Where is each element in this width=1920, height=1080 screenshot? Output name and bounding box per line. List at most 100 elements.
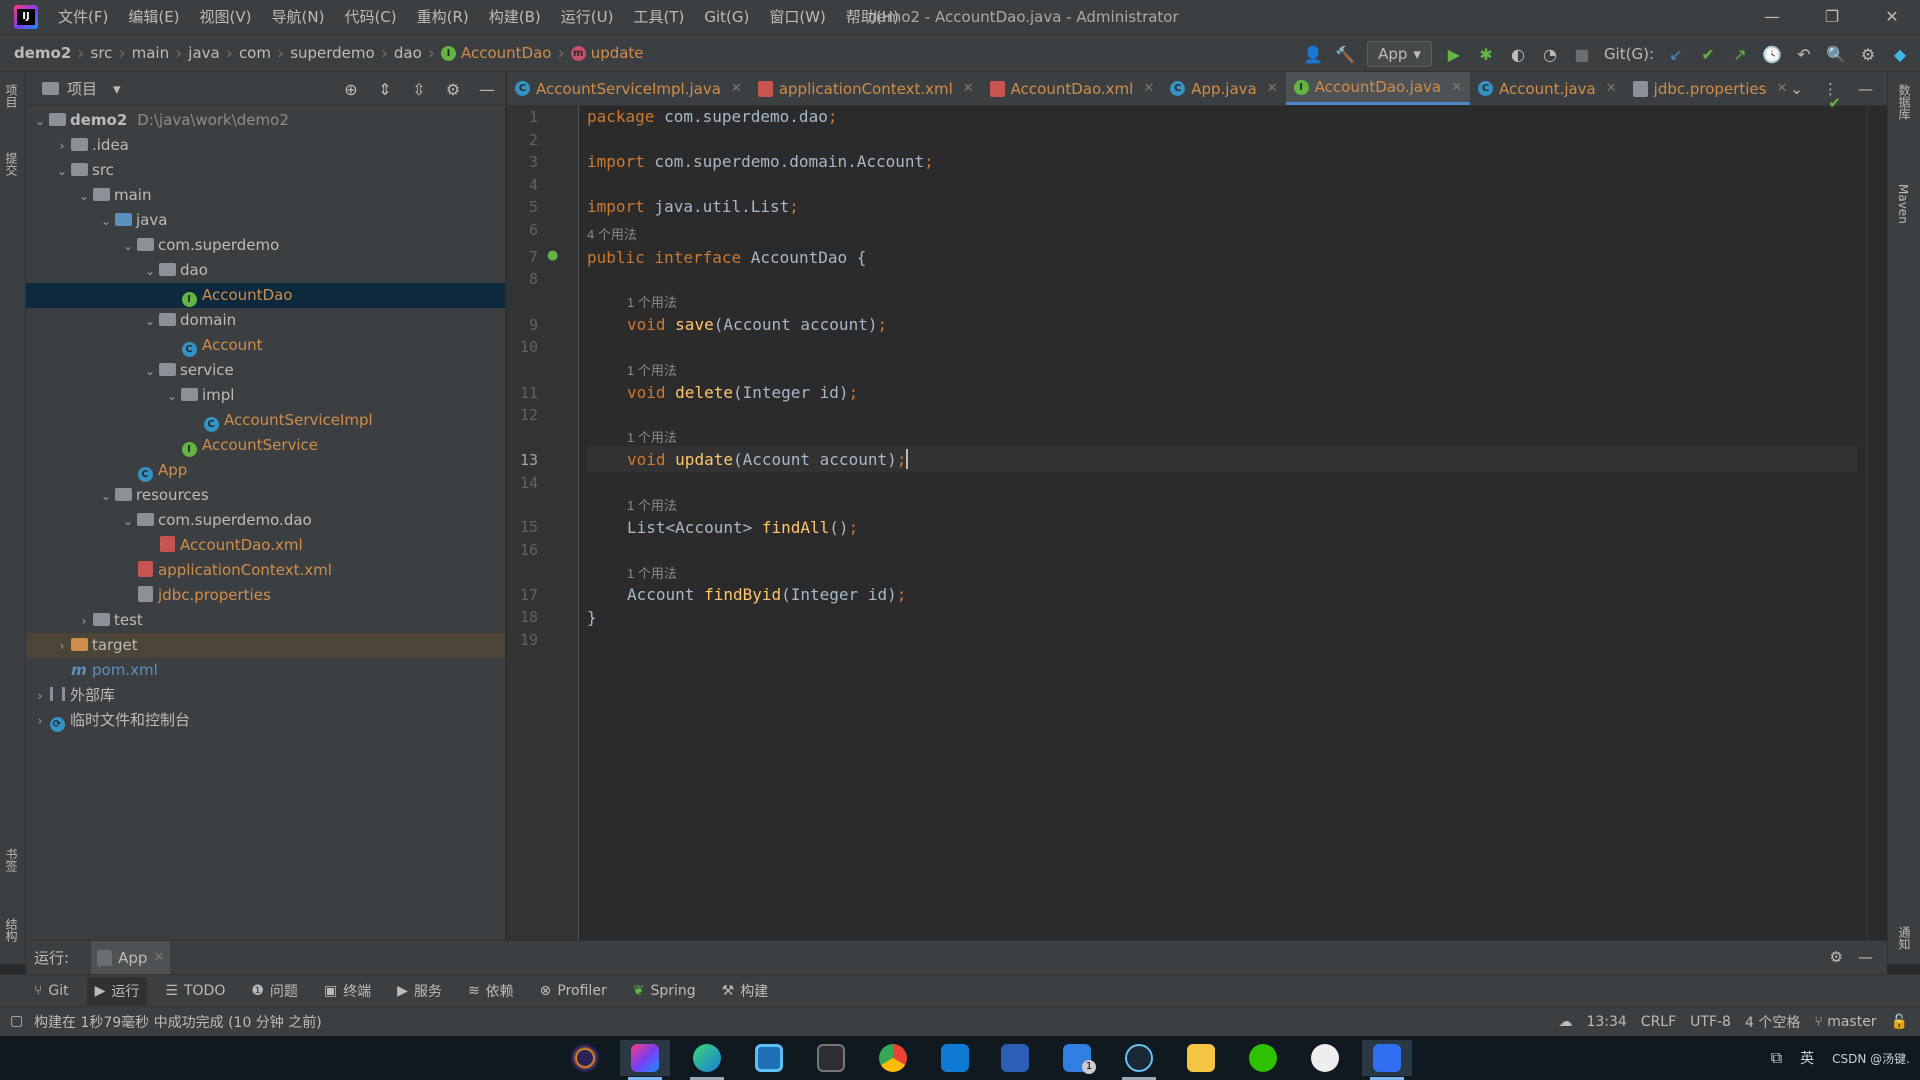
tree-item[interactable]: m pom.xml bbox=[26, 658, 505, 683]
git-commit-icon[interactable]: ✔ bbox=[1698, 44, 1718, 64]
notifications-tool-button[interactable]: 通知 bbox=[1896, 926, 1913, 950]
plugin-icon[interactable]: ◆ bbox=[1890, 44, 1910, 64]
task-view-icon[interactable]: ⧉ bbox=[1771, 1048, 1782, 1068]
breadcrumb-com[interactable]: com bbox=[239, 44, 271, 62]
taskbar-virtualbox[interactable] bbox=[744, 1040, 794, 1076]
chevron-right-icon[interactable]: › bbox=[32, 709, 48, 734]
tree-item[interactable]: › 外部库 bbox=[26, 683, 505, 708]
gear-icon[interactable]: ⚙ bbox=[443, 79, 463, 99]
breadcrumb-main[interactable]: main bbox=[132, 44, 169, 62]
taskbar-vscode[interactable] bbox=[930, 1040, 980, 1076]
close-icon[interactable]: ✕ bbox=[1451, 80, 1462, 95]
project-panel-title[interactable]: 项目 bbox=[67, 78, 97, 99]
tree-item[interactable]: ⌄ src bbox=[26, 158, 505, 183]
tree-item[interactable]: ⌄ demo2 D:\java\work\demo2 bbox=[26, 108, 505, 133]
chevron-down-icon[interactable]: ⌄ bbox=[32, 109, 48, 134]
breadcrumb-dao[interactable]: dao bbox=[394, 44, 422, 62]
breadcrumb-project[interactable]: demo2 bbox=[14, 44, 71, 62]
taskbar-edge[interactable] bbox=[682, 1040, 732, 1080]
tool-terminal[interactable]: ▣ 终端 bbox=[324, 981, 371, 1001]
tree-item[interactable]: › ⟳ 临时文件和控制台 bbox=[26, 708, 505, 733]
coverage-icon[interactable]: ◐ bbox=[1508, 44, 1528, 64]
rollback-icon[interactable]: ↶ bbox=[1794, 44, 1814, 64]
chevron-right-icon[interactable]: › bbox=[54, 134, 70, 159]
chevron-right-icon[interactable]: › bbox=[76, 609, 92, 634]
locate-icon[interactable]: ⊕ bbox=[341, 79, 361, 99]
menu-git[interactable]: Git(G) bbox=[694, 0, 759, 34]
file-encoding[interactable]: UTF-8 bbox=[1690, 1014, 1731, 1030]
code-editor[interactable]: 1 2 3 4 5 6 7 8 9 10 11 12 13 14 15 16 17 18 19 ● package c… bbox=[507, 94, 1868, 940]
menu-file[interactable]: 文件(F) bbox=[48, 0, 118, 34]
tree-item[interactable]: ⌄ service bbox=[26, 358, 505, 383]
breadcrumb-accountdao[interactable]: AccountDao bbox=[461, 44, 551, 62]
editor-tab[interactable]: C Account.java ✕ bbox=[1470, 72, 1625, 105]
tree-item[interactable]: C Account bbox=[26, 333, 505, 358]
editor-tab[interactable]: I AccountDao.java ✕ bbox=[1285, 72, 1470, 105]
tree-item[interactable]: AccountDao.xml bbox=[26, 533, 505, 558]
profile-icon[interactable]: ◔ bbox=[1540, 44, 1560, 64]
hide-icon[interactable]: — bbox=[1858, 80, 1873, 98]
chevron-down-icon[interactable]: ⌄ bbox=[120, 509, 136, 534]
user-icon[interactable]: 👤 bbox=[1303, 44, 1323, 64]
breadcrumb-update[interactable]: update bbox=[591, 44, 644, 62]
database-tool-button[interactable]: 数据库 bbox=[1896, 84, 1913, 120]
restore-button[interactable]: ❐ bbox=[1802, 0, 1862, 34]
close-icon[interactable]: ✕ bbox=[1143, 81, 1154, 96]
tool-profiler[interactable]: ⊗ Profiler bbox=[540, 983, 607, 999]
menu-window[interactable]: 窗口(W) bbox=[759, 0, 836, 34]
tool-dependencies[interactable]: ≋ 依赖 bbox=[468, 981, 514, 1001]
taskbar-explorer[interactable] bbox=[1176, 1040, 1226, 1076]
tree-item[interactable]: applicationContext.xml bbox=[26, 558, 505, 583]
tree-item[interactable]: › test bbox=[26, 608, 505, 633]
minimize-button[interactable]: — bbox=[1742, 0, 1802, 34]
code-area[interactable]: package com.superdemo.dao; import com.su… bbox=[587, 94, 1868, 940]
inspection-ok-icon[interactable]: ✔ bbox=[1828, 94, 1841, 112]
editor-tab[interactable]: applicationContext.xml ✕ bbox=[750, 72, 982, 105]
tool-spring[interactable]: ❦ Spring bbox=[633, 983, 696, 999]
taskbar-intellij[interactable] bbox=[620, 1040, 670, 1080]
editor-tab[interactable]: jdbc.properties ✕ bbox=[1625, 72, 1796, 105]
usage-hint[interactable]: 1 个用法 bbox=[627, 563, 677, 582]
gear-icon[interactable]: ⚙ bbox=[1830, 948, 1843, 966]
chevron-down-icon[interactable]: ⌄ bbox=[54, 159, 70, 184]
usage-hint[interactable]: 1 个用法 bbox=[627, 495, 677, 514]
search-icon[interactable]: 🔍 bbox=[1826, 44, 1846, 64]
git-branch[interactable]: ⑂ master bbox=[1814, 1014, 1876, 1030]
run-config-select[interactable]: App ▾ bbox=[1367, 41, 1432, 67]
tree-item[interactable]: ⌄ dao bbox=[26, 258, 505, 283]
chevron-down-icon[interactable]: ⌄ bbox=[76, 184, 92, 209]
taskbar-chrome[interactable] bbox=[868, 1040, 918, 1076]
taskbar-steam[interactable] bbox=[1114, 1040, 1164, 1080]
tree-item[interactable]: C App bbox=[26, 458, 505, 483]
menu-run[interactable]: 运行(U) bbox=[551, 0, 624, 34]
chevron-down-icon[interactable]: ⌄ bbox=[164, 384, 180, 409]
maven-tool-button[interactable]: Maven bbox=[1896, 184, 1910, 224]
close-icon[interactable]: ✕ bbox=[731, 81, 742, 96]
project-tool-button[interactable]: 项目 bbox=[3, 84, 20, 108]
usage-hint[interactable]: 1 个用法 bbox=[627, 360, 677, 379]
close-icon[interactable]: ✕ bbox=[963, 81, 974, 96]
debug-icon[interactable]: ✱ bbox=[1476, 44, 1496, 64]
chevron-down-icon[interactable]: ⌄ bbox=[1790, 80, 1803, 98]
hide-icon[interactable]: — bbox=[477, 79, 497, 99]
tool-build[interactable]: ⚒ 构建 bbox=[722, 981, 769, 1001]
bookmarks-tool-button[interactable]: 书签 bbox=[3, 848, 20, 872]
taskbar-eclipse[interactable] bbox=[560, 1040, 610, 1076]
collapse-all-icon[interactable]: ⇳ bbox=[409, 79, 429, 99]
history-icon[interactable]: 🕓 bbox=[1762, 44, 1782, 64]
caret-position[interactable]: 13:34 bbox=[1586, 1014, 1626, 1030]
tool-todo[interactable]: ☰ TODO bbox=[165, 983, 225, 999]
chevron-right-icon[interactable]: › bbox=[54, 634, 70, 659]
menu-tools[interactable]: 工具(T) bbox=[623, 0, 694, 34]
line-separator[interactable]: CRLF bbox=[1641, 1014, 1676, 1030]
taskbar-todo[interactable]: 1 bbox=[1052, 1040, 1102, 1076]
chevron-down-icon[interactable]: ⌄ bbox=[98, 484, 114, 509]
chevron-down-icon[interactable]: ⌄ bbox=[98, 209, 114, 234]
close-icon[interactable]: ✕ bbox=[153, 950, 164, 965]
tree-item[interactable]: ⌄ com.superdemo.dao bbox=[26, 508, 505, 533]
chevron-right-icon[interactable]: › bbox=[32, 684, 48, 709]
tool-services[interactable]: ▶ 服务 bbox=[397, 981, 442, 1001]
usage-hint[interactable]: 4 个用法 bbox=[587, 224, 637, 243]
build-hammer-icon[interactable]: 🔨 bbox=[1335, 44, 1355, 64]
structure-tool-button[interactable]: 结构 bbox=[3, 918, 20, 942]
